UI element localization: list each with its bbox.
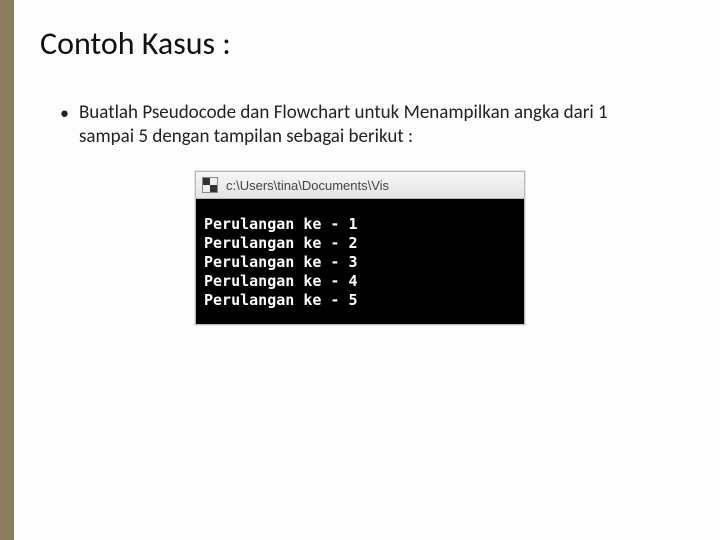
app-icon: [202, 177, 218, 193]
slide-content: Contoh Kasus : • Buatlah Pseudocode dan …: [0, 0, 720, 325]
console-output: Perulangan ke - 1 Perulangan ke - 2 Peru…: [196, 199, 524, 324]
console-line: Perulangan ke - 5: [204, 291, 358, 309]
bullet-marker: •: [60, 101, 69, 125]
console-window: c:\Users\tina\Documents\Vis Perulangan k…: [195, 171, 525, 325]
console-line: Perulangan ke - 4: [204, 272, 358, 290]
accent-bar: [0, 0, 14, 540]
window-titlebar: c:\Users\tina\Documents\Vis: [196, 172, 524, 199]
window-path: c:\Users\tina\Documents\Vis: [226, 178, 389, 193]
console-line: Perulangan ke - 1: [204, 215, 358, 233]
slide-title: Contoh Kasus :: [40, 24, 680, 63]
console-line: Perulangan ke - 2: [204, 234, 358, 252]
bullet-text: Buatlah Pseudocode dan Flowchart untuk M…: [79, 101, 659, 149]
console-line: Perulangan ke - 3: [204, 253, 358, 271]
bullet-item: • Buatlah Pseudocode dan Flowchart untuk…: [60, 101, 680, 149]
